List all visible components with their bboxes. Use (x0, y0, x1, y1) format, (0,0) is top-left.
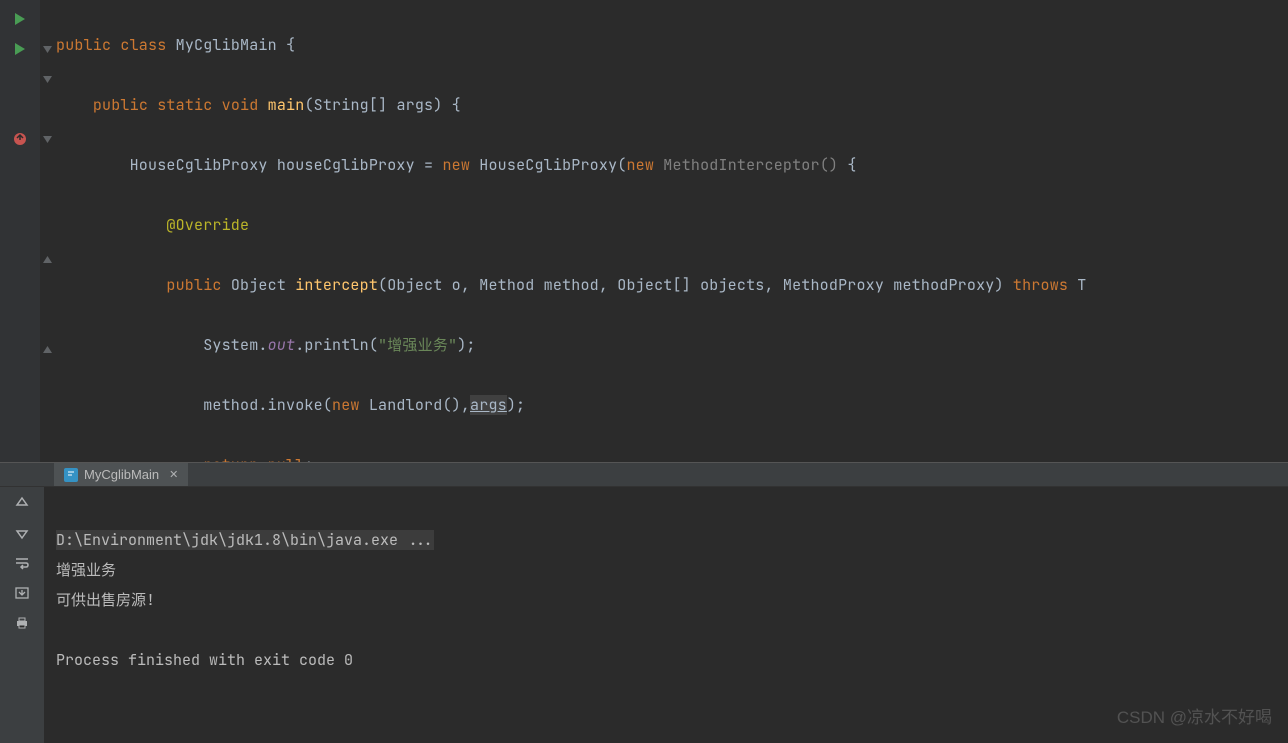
kw-class: class (120, 35, 166, 55)
up-arrow-icon[interactable] (12, 493, 32, 513)
class-name: MyCglibMain (176, 35, 277, 55)
run-config-icon (64, 468, 78, 482)
run-toolbar (0, 487, 44, 743)
console-output[interactable]: D:\Environment\jdk\jdk1.8\bin\java.exe .… (44, 487, 1288, 743)
run-tabs: MyCglibMain ✕ (0, 463, 1288, 487)
override-annotation: @Override (166, 215, 249, 235)
console-line: 增强业务 (56, 560, 116, 580)
fold-handle[interactable] (40, 124, 54, 154)
watermark: CSDN @凉水不好喝 (1117, 703, 1272, 733)
fold-gutter (40, 0, 54, 462)
soft-wrap-icon[interactable] (12, 553, 32, 573)
console-line: 可供出售房源! (56, 590, 155, 610)
fold-handle[interactable] (40, 244, 54, 274)
method-intercept: intercept (295, 275, 378, 295)
print-icon[interactable] (12, 613, 32, 633)
console-exit-line: Process finished with exit code 0 (56, 650, 353, 670)
cmd-line: D:\Environment\jdk\jdk1.8\bin\java.exe .… (56, 530, 434, 550)
run-class-icon[interactable] (0, 4, 40, 34)
down-arrow-icon[interactable] (12, 523, 32, 543)
kw-public: public (56, 35, 111, 55)
fold-handle[interactable] (40, 34, 54, 64)
editor-gutter (0, 0, 40, 462)
run-tab[interactable]: MyCglibMain ✕ (54, 463, 188, 486)
method-main: main (268, 95, 305, 115)
run-tab-label: MyCglibMain (84, 467, 159, 482)
run-tool-window: MyCglibMain ✕ D:\Environment\jdk\jdk1.8\… (0, 463, 1288, 665)
close-icon[interactable]: ✕ (169, 468, 178, 481)
code-area[interactable]: public class MyCglibMain { public static… (54, 0, 1288, 462)
args-ref: args (470, 395, 507, 415)
scroll-to-end-icon[interactable] (12, 583, 32, 603)
editor-pane[interactable]: public class MyCglibMain { public static… (0, 0, 1288, 462)
run-method-icon[interactable] (0, 34, 40, 64)
fold-handle[interactable] (40, 64, 54, 94)
fold-handle[interactable] (40, 334, 54, 364)
override-marker-icon[interactable] (0, 124, 40, 154)
